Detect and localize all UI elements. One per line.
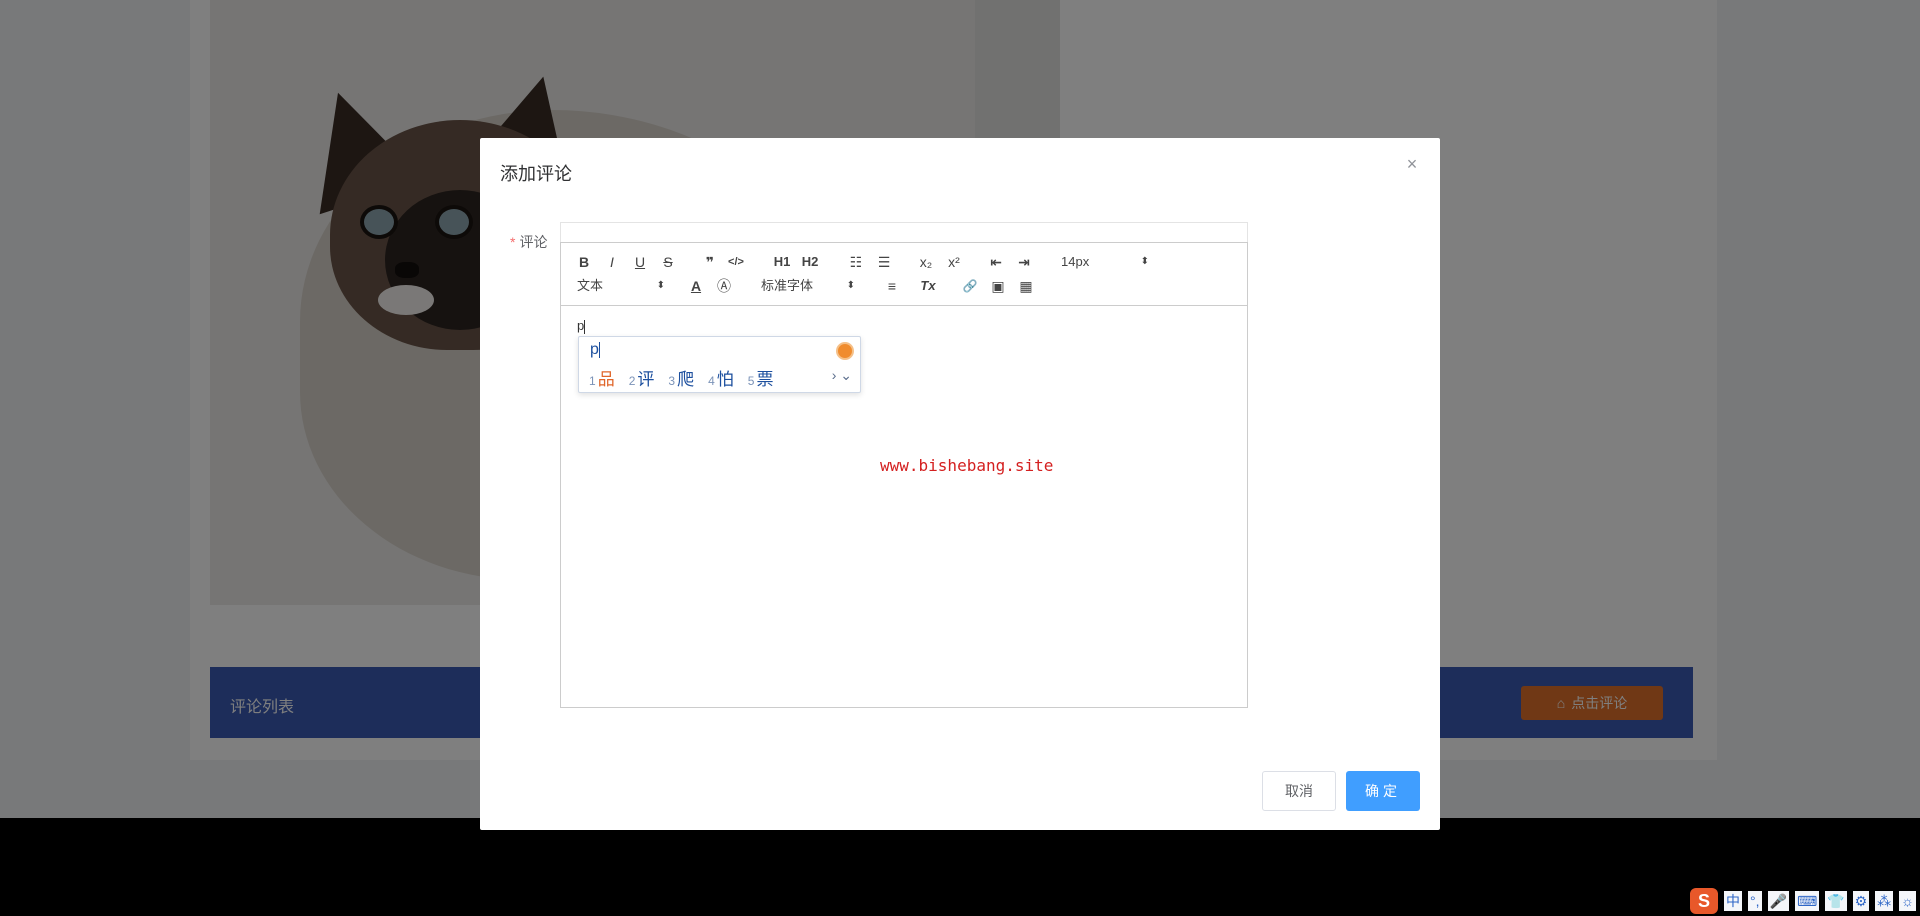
ime-more-candidates-button[interactable]: › ⌄: [832, 367, 852, 384]
toolbar-row-1: B I U S ❞ </> H1 H2 ☷ ☰ x₂ x² ⇤ ⇥ 14px ⬍: [561, 251, 1247, 273]
ime-skin-icon[interactable]: [836, 342, 854, 360]
editor-toolbar: B I U S ❞ </> H1 H2 ☷ ☰ x₂ x² ⇤ ⇥ 14px ⬍ …: [560, 242, 1248, 306]
skin-icon[interactable]: 👕: [1825, 891, 1847, 911]
link-button[interactable]: 🔗: [959, 275, 981, 297]
ime-candidate-window: p 1品 2评 3爬 4怕 5票 › ⌄: [578, 336, 861, 393]
ime-composition-text: p: [590, 341, 600, 359]
keyboard-icon[interactable]: ⌨: [1794, 891, 1820, 911]
candidate-number: 1: [589, 374, 596, 388]
candidate-text: 票: [756, 370, 774, 389]
size-select[interactable]: 14px ⬍: [1061, 251, 1149, 273]
candidate-text: 怕: [716, 370, 734, 389]
confirm-button-label: 确定: [1365, 783, 1401, 799]
candidate-number: 5: [747, 374, 755, 388]
video-button[interactable]: ▦: [1015, 275, 1037, 297]
more-tools-icon[interactable]: ☼: [1899, 891, 1916, 911]
close-icon[interactable]: ×: [1404, 155, 1420, 173]
superscript-button[interactable]: x²: [943, 251, 965, 273]
comment-label-text: 评论: [519, 234, 548, 250]
microphone-icon[interactable]: 🎤: [1767, 891, 1789, 911]
subscript-button[interactable]: x₂: [915, 251, 937, 273]
watermark-text: www.bishebang.site: [880, 456, 1054, 475]
text-color-button[interactable]: A: [685, 275, 707, 297]
candidate-text: 爬: [677, 370, 695, 389]
candidate-text: 品: [597, 370, 615, 389]
clean-format-button[interactable]: Tx: [917, 275, 939, 297]
select-arrow-icon: ⬍: [1140, 256, 1149, 267]
editor-top-border: [560, 222, 1248, 242]
bold-button[interactable]: B: [573, 251, 595, 273]
candidate-number: 4: [708, 374, 715, 388]
ime-caret: [598, 341, 600, 358]
toolbox-icon[interactable]: ⁂: [1875, 891, 1894, 911]
align-button[interactable]: ≡: [881, 275, 903, 297]
italic-button[interactable]: I: [601, 251, 623, 273]
toolbar-row-2: 文本 ⬍ A Ⓐ 标准字体 ⬍ ≡ Tx 🔗 ▣ ▦: [561, 275, 1247, 297]
candidate-text: 评: [637, 370, 655, 389]
candidate-number: 2: [628, 374, 636, 388]
header-1-button[interactable]: H1: [771, 251, 793, 273]
underline-button[interactable]: U: [629, 251, 651, 273]
add-comment-dialog: 添加评论 × * 评论 B I U S ❞ </> H1 H2 ☷ ☰ x₂ x²…: [480, 138, 1440, 830]
candidate-number: 3: [668, 374, 676, 388]
ime-input-value: p: [590, 341, 599, 358]
ordered-list-button[interactable]: ☷: [845, 251, 867, 273]
punctuation-icon[interactable]: °,: [1748, 891, 1762, 911]
text-caret: [584, 319, 586, 334]
ime-candidate[interactable]: 2评: [629, 365, 655, 390]
size-select-value: 14px: [1061, 254, 1090, 269]
select-arrow-icon: ⬍: [656, 280, 665, 291]
indent-button[interactable]: ⇥: [1013, 251, 1035, 273]
header-select-value: 文本: [577, 278, 604, 293]
cancel-button-label: 取消: [1285, 783, 1313, 799]
header-2-button[interactable]: H2: [799, 251, 821, 273]
code-block-button[interactable]: </>: [725, 251, 747, 273]
typed-text-value: p: [577, 318, 585, 333]
select-arrow-icon: ⬍: [846, 280, 855, 291]
comment-field-label: * 评论: [510, 232, 547, 252]
confirm-button[interactable]: 确定: [1346, 771, 1420, 811]
strike-button[interactable]: S: [657, 251, 679, 273]
bullet-list-button[interactable]: ☰: [873, 251, 895, 273]
background-color-button[interactable]: Ⓐ: [713, 275, 735, 297]
settings-icon[interactable]: ⚙: [1852, 891, 1870, 911]
editor-typed-text: p: [577, 318, 586, 334]
ime-candidate[interactable]: 4怕: [708, 365, 734, 390]
ime-candidate[interactable]: 3爬: [668, 365, 694, 390]
header-select[interactable]: 文本 ⬍: [577, 275, 665, 297]
sogou-ime-icon[interactable]: S: [1690, 888, 1718, 914]
ime-language-toggle[interactable]: 中: [1724, 891, 1742, 911]
ime-candidate[interactable]: 5票: [748, 365, 774, 390]
ime-candidate-list: 1品 2评 3爬 4怕 5票: [589, 365, 773, 390]
dialog-title: 添加评论: [500, 164, 572, 184]
ime-candidate[interactable]: 1品: [589, 365, 615, 390]
font-select-value: 标准字体: [761, 278, 814, 293]
system-tray: S 中 °, 🎤 ⌨ 👕 ⚙ ⁂ ☼: [1690, 886, 1920, 916]
cancel-button[interactable]: 取消: [1262, 771, 1336, 811]
blockquote-button[interactable]: ❞: [699, 251, 721, 273]
outdent-button[interactable]: ⇤: [985, 251, 1007, 273]
required-mark: *: [510, 234, 516, 250]
image-button[interactable]: ▣: [987, 275, 1009, 297]
font-select[interactable]: 标准字体 ⬍: [761, 275, 855, 297]
